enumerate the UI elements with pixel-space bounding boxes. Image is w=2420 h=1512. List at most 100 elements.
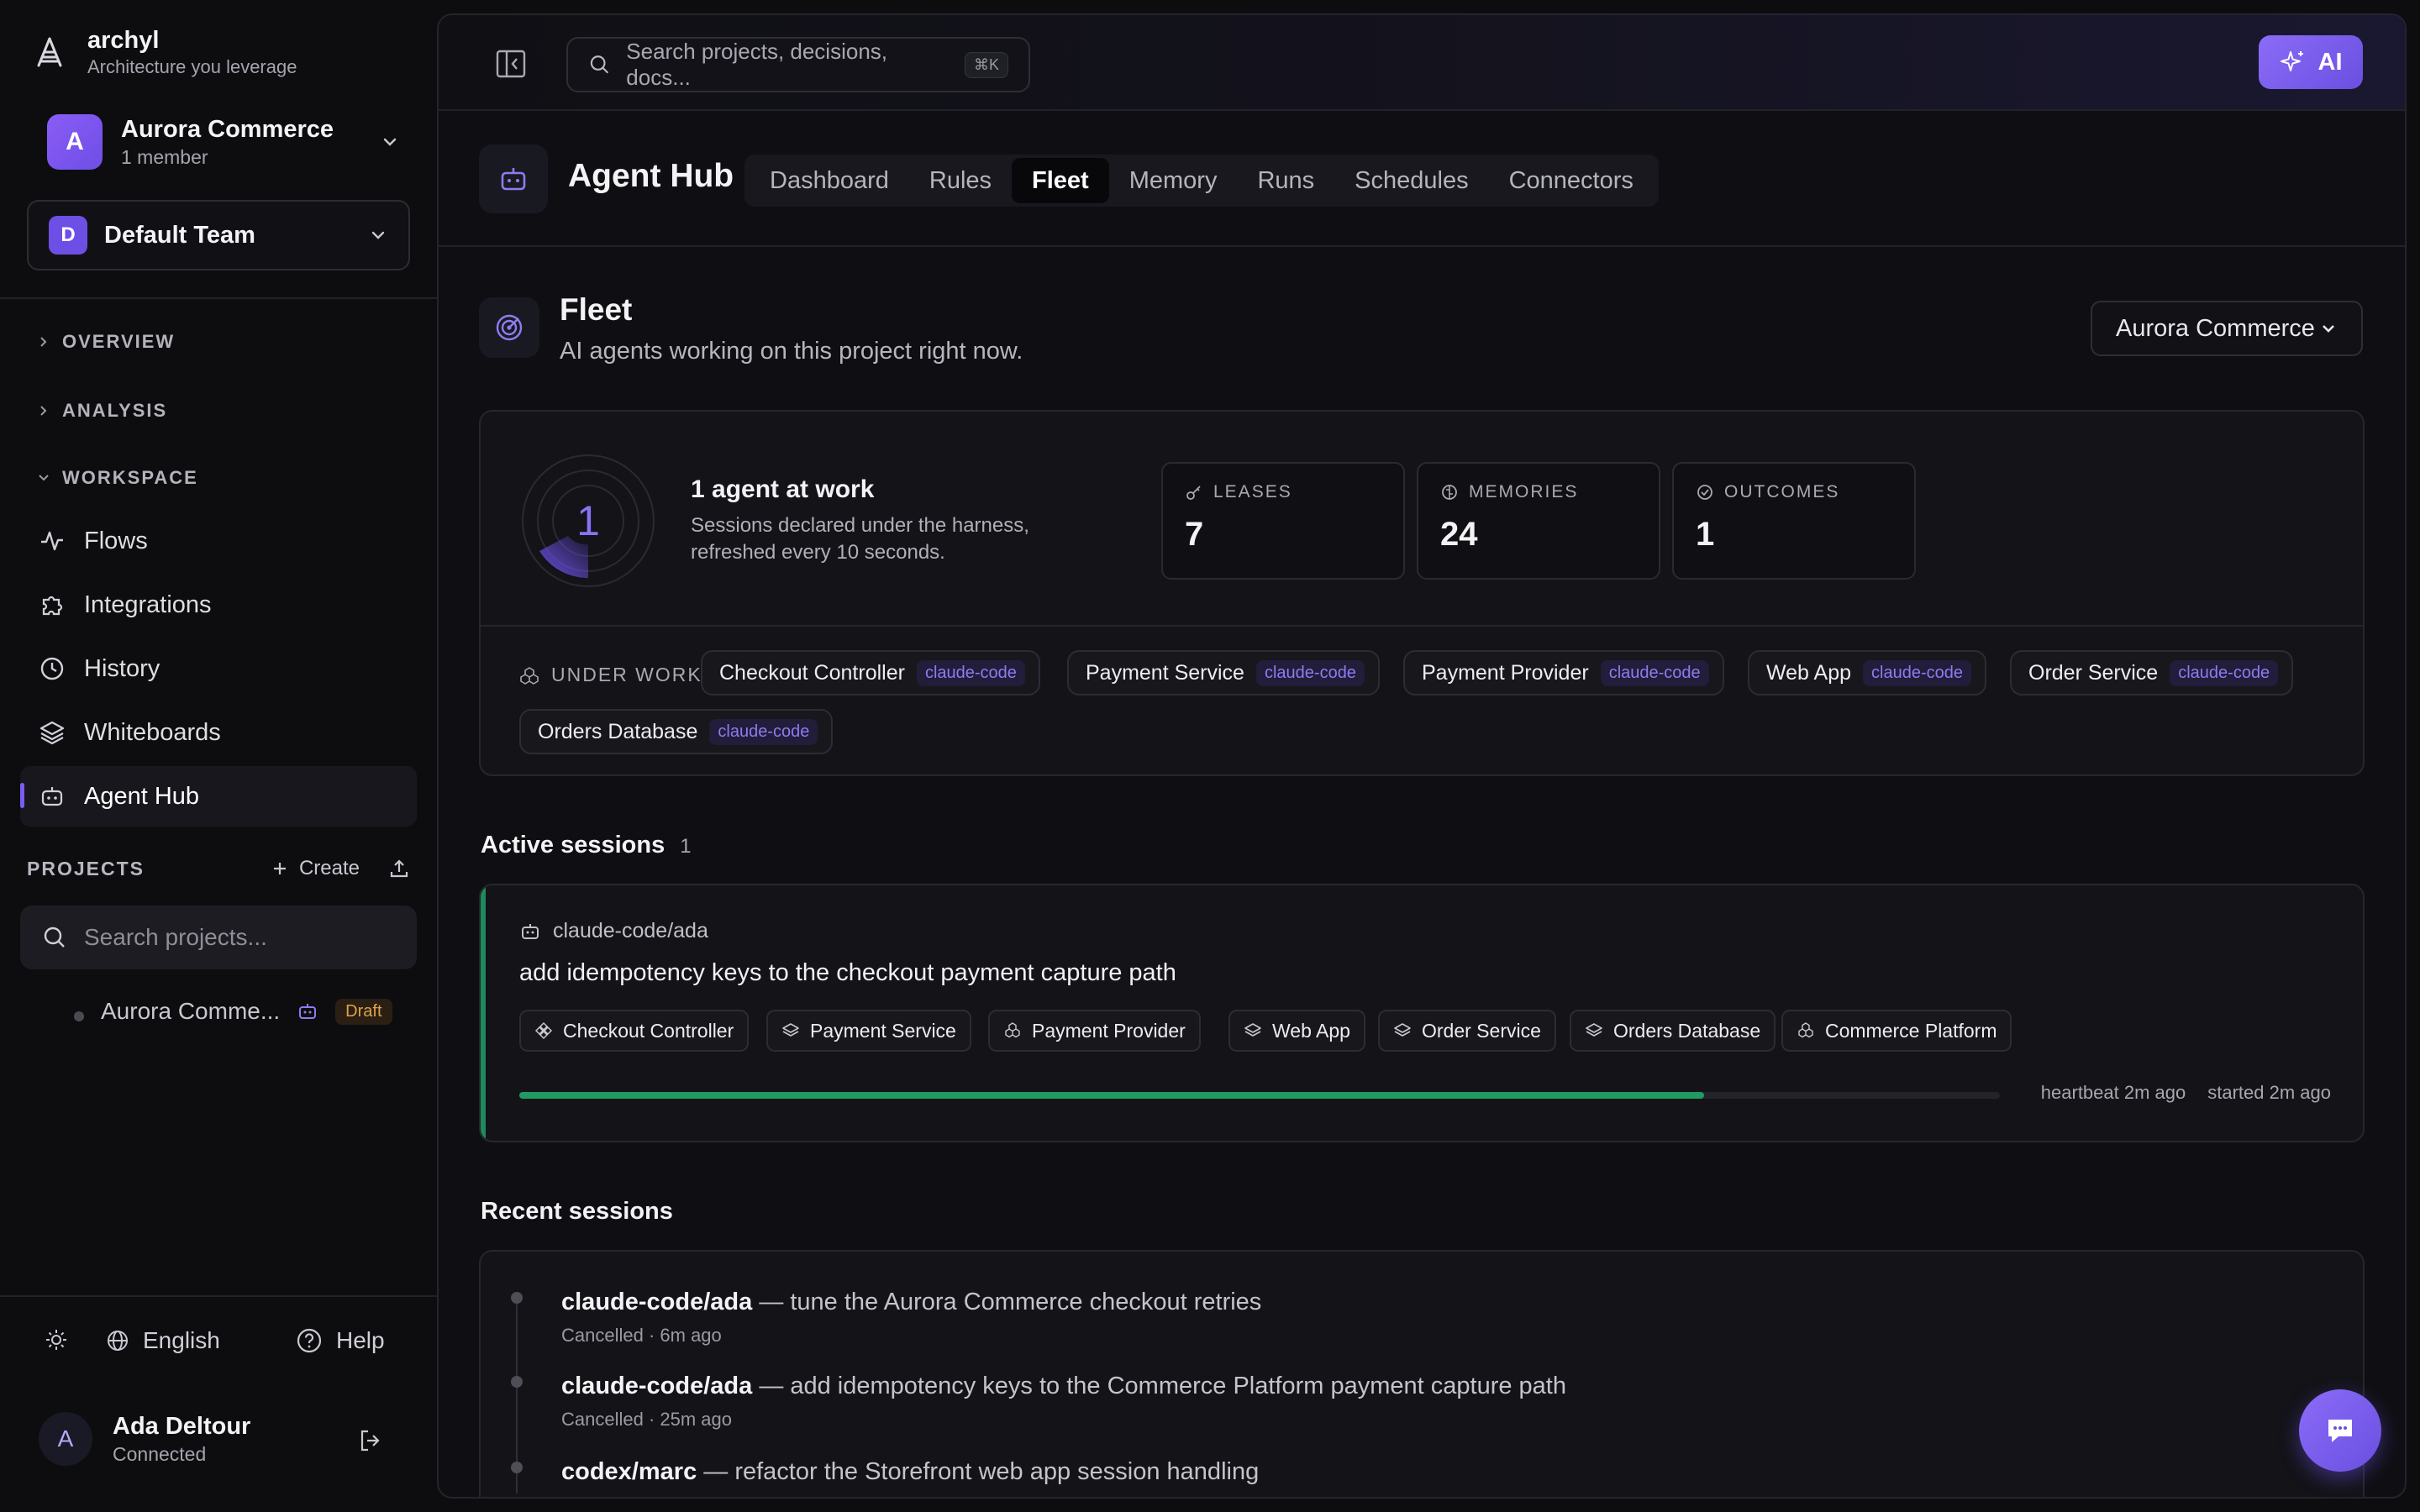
under-work-chip[interactable]: Orders Database claude-code xyxy=(519,709,834,754)
sidebar-item-label: Flows xyxy=(84,527,148,554)
logout-icon[interactable] xyxy=(356,1426,385,1455)
session-agent: claude-code/ada xyxy=(519,919,708,943)
user-profile[interactable]: A Ada Deltour Connected xyxy=(39,1411,250,1467)
page-title: Agent Hub xyxy=(568,158,734,194)
project-item[interactable]: Aurora Comme... Draft xyxy=(101,998,392,1025)
sidebar: archyl Architecture you leverage A Auror… xyxy=(0,0,437,1512)
tab-fleet[interactable]: Fleet xyxy=(1012,158,1109,203)
sidebar-item-whiteboards[interactable]: Whiteboards xyxy=(20,702,417,763)
under-work-chip[interactable]: Payment Provider claude-code xyxy=(1403,650,1724,696)
component-name: Payment Service xyxy=(810,1019,956,1042)
user-status: Connected xyxy=(113,1443,207,1465)
tab-memory[interactable]: Memory xyxy=(1109,158,1238,203)
section-overview[interactable]: OVERVIEW xyxy=(37,331,175,353)
timeline-dot xyxy=(511,1292,523,1304)
search-icon xyxy=(590,55,609,74)
sidebar-item-flows[interactable]: Flows xyxy=(20,511,417,571)
ai-button[interactable]: AI xyxy=(2259,35,2363,89)
component-chip[interactable]: Orders Database xyxy=(1570,1010,1776,1052)
team-name: Default Team xyxy=(104,221,255,249)
org-name: Aurora Commerce xyxy=(121,116,334,143)
sidebar-item-agent-hub[interactable]: Agent Hub xyxy=(20,766,417,827)
layers-icon xyxy=(1394,1023,1411,1037)
theme-toggle[interactable] xyxy=(44,1327,69,1352)
list-item[interactable]: claude-code/ada — tune the Aurora Commer… xyxy=(561,1289,1261,1347)
upload-icon[interactable] xyxy=(388,858,410,879)
bot-icon xyxy=(41,787,63,806)
list-item[interactable]: codex/marc — refactor the Storefront web… xyxy=(561,1458,1259,1486)
global-search-input[interactable]: Search projects, decisions, docs... ⌘K xyxy=(566,37,1030,92)
chip-name: Web App xyxy=(1766,660,1852,685)
component-chip[interactable]: Web App xyxy=(1228,1010,1365,1052)
sidebar-item-integrations[interactable]: Integrations xyxy=(20,575,417,635)
recent-agent: claude-code/ada xyxy=(561,1289,753,1315)
under-work-chip[interactable]: Payment Service claude-code xyxy=(1067,650,1380,696)
component-chip[interactable]: Payment Provider xyxy=(988,1010,1201,1052)
sidebar-item-history[interactable]: History xyxy=(20,638,417,699)
tab-schedules[interactable]: Schedules xyxy=(1334,158,1488,203)
team-avatar: D xyxy=(49,216,87,255)
boxes-icon xyxy=(520,666,539,685)
sidebar-toggle-icon[interactable] xyxy=(492,45,529,82)
list-item[interactable]: claude-code/ada — add idempotency keys t… xyxy=(561,1373,1566,1431)
session-heartbeat: heartbeat 2m ago xyxy=(2040,1082,2186,1103)
project-select-value: Aurora Commerce xyxy=(2116,314,2315,342)
work-subtitle: Sessions declared under the harness, ref… xyxy=(691,514,1029,564)
active-session-card[interactable]: claude-code/ada add idempotency keys to … xyxy=(479,884,2365,1142)
agent-gauge: 1 xyxy=(519,452,657,590)
status-dot xyxy=(74,1011,84,1021)
component-chip[interactable]: Payment Service xyxy=(766,1010,971,1052)
component-chip[interactable]: Checkout Controller xyxy=(519,1010,750,1052)
org-members: 1 member xyxy=(121,146,208,168)
tab-runs[interactable]: Runs xyxy=(1237,158,1334,203)
create-project-button[interactable]: Create xyxy=(271,857,360,880)
layers-icon xyxy=(1586,1023,1602,1037)
component-name: Order Service xyxy=(1422,1019,1541,1042)
help-button[interactable]: Help xyxy=(296,1327,385,1354)
team-select[interactable]: D Default Team xyxy=(27,200,410,270)
chip-tag: claude-code xyxy=(709,718,818,745)
project-name: Aurora Comme... xyxy=(101,998,281,1024)
chat-button[interactable] xyxy=(2299,1389,2381,1472)
tab-rules[interactable]: Rules xyxy=(909,158,1012,203)
fleet-subtitle: AI agents working on this project right … xyxy=(560,338,1023,365)
help-label: Help xyxy=(336,1327,385,1353)
language-select[interactable]: English xyxy=(106,1327,220,1354)
projects-header: PROJECTS Create xyxy=(27,857,410,880)
project-search-input[interactable]: Search projects... xyxy=(20,906,417,969)
section-analysis[interactable]: ANALYSIS xyxy=(37,400,167,422)
tab-connectors[interactable]: Connectors xyxy=(1489,158,1654,203)
project-select[interactable]: Aurora Commerce xyxy=(2091,301,2363,356)
sidebar-item-label: Whiteboards xyxy=(84,718,221,746)
bot-icon xyxy=(522,923,539,939)
under-work-chip[interactable]: Order Service claude-code xyxy=(2010,650,2294,696)
org-switcher[interactable]: A Aurora Commerce 1 member xyxy=(47,114,400,170)
chip-name: Payment Provider xyxy=(1422,660,1589,685)
under-work-chip[interactable]: Web App claude-code xyxy=(1748,650,1986,696)
component-name: Checkout Controller xyxy=(563,1019,734,1042)
recent-status: Cancelled · 25m ago xyxy=(561,1409,733,1430)
component-chip[interactable]: Commerce Platform xyxy=(1781,1010,2012,1052)
clock-icon xyxy=(40,657,64,680)
stat-leases: LEASES 7 xyxy=(1161,462,1405,580)
section-workspace[interactable]: WORKSPACE xyxy=(37,467,198,489)
user-name: Ada Deltour xyxy=(113,1413,251,1440)
timeline-dot xyxy=(511,1376,523,1388)
session-meta: heartbeat 2m ago started 2m ago xyxy=(2041,1082,2331,1104)
recent-agent: claude-code/ada xyxy=(561,1373,753,1399)
sun-icon xyxy=(46,1330,66,1350)
brand[interactable]: archyl Architecture you leverage xyxy=(34,25,297,79)
archyl-logo-icon xyxy=(34,35,66,69)
chip-tag: claude-code xyxy=(1600,659,1709,686)
stat-outcomes: OUTCOMES 1 xyxy=(1672,462,1916,580)
chevron-right-icon xyxy=(40,406,47,416)
projects-heading: PROJECTS xyxy=(27,857,145,879)
component-chip[interactable]: Order Service xyxy=(1378,1010,1556,1052)
session-agent-name: claude-code/ada xyxy=(553,919,708,942)
sparkles-icon xyxy=(2280,51,2303,71)
tab-dashboard[interactable]: Dashboard xyxy=(750,158,909,203)
under-work-chip[interactable]: Checkout Controller claude-code xyxy=(701,650,1040,696)
stat-value: 1 xyxy=(1696,516,1715,553)
globe-icon xyxy=(108,1331,128,1351)
session-progress xyxy=(519,1092,2000,1099)
